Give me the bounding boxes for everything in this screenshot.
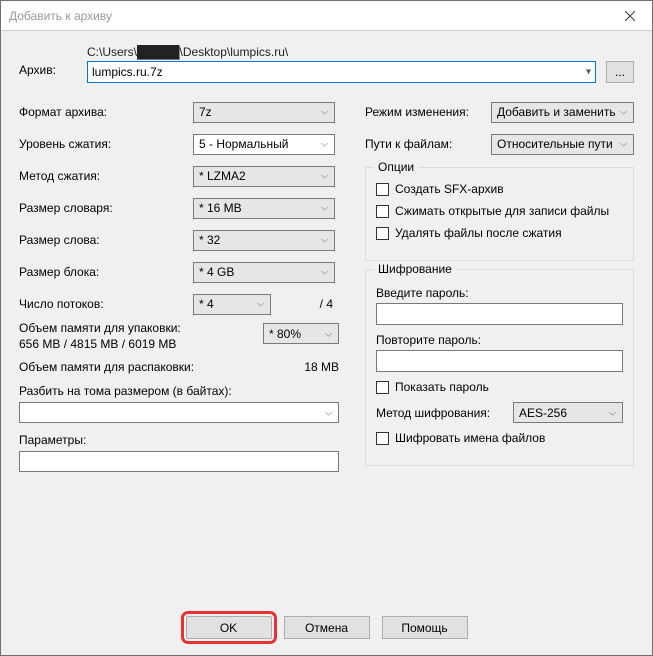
checkbox-icon bbox=[376, 183, 389, 196]
archive-filename-combo[interactable]: lumpics.ru.7z ▾ bbox=[87, 61, 596, 83]
dialog-body: Архив: C:\Users\█████\Desktop\lumpics.ru… bbox=[1, 31, 652, 602]
checkbox-icon bbox=[376, 381, 389, 394]
browse-button[interactable]: ... bbox=[606, 61, 634, 83]
password-input[interactable] bbox=[376, 303, 623, 325]
level-label: Уровень сжатия: bbox=[19, 137, 193, 151]
close-button[interactable] bbox=[607, 1, 652, 31]
cancel-button[interactable]: Отмена bbox=[284, 616, 370, 639]
archive-path: C:\Users\█████\Desktop\lumpics.ru\ bbox=[87, 45, 596, 59]
pw2-label: Повторите пароль: bbox=[376, 333, 623, 347]
mempack-detail: 656 MB / 4815 MB / 6019 MB bbox=[19, 337, 249, 353]
block-combo[interactable]: * 4 GB ⌵ bbox=[193, 262, 335, 283]
encryption-group: Шифрование Введите пароль: Повторите пар… bbox=[365, 269, 634, 466]
titlebar: Добавить к архиву bbox=[1, 1, 652, 31]
dict-label: Размер словаря: bbox=[19, 201, 193, 215]
checkbox-icon bbox=[376, 227, 389, 240]
footer: OK Отмена Помощь bbox=[1, 602, 652, 655]
encrypt-names-row[interactable]: Шифровать имена файлов bbox=[376, 431, 623, 445]
chevron-down-icon: ⌵ bbox=[620, 107, 627, 118]
chevron-down-icon: ⌵ bbox=[609, 407, 616, 418]
params-input[interactable] bbox=[19, 451, 339, 472]
method-combo[interactable]: * LZMA2 ⌵ bbox=[193, 166, 335, 187]
right-column: Режим изменения: Добавить и заменить ⌵ П… bbox=[365, 97, 634, 466]
threads-combo[interactable]: * 4 ⌵ bbox=[193, 294, 271, 315]
paths-label: Пути к файлам: bbox=[365, 137, 491, 151]
left-column: Формат архива: 7z ⌵ Уровень сжатия: 5 - … bbox=[19, 97, 339, 482]
chevron-down-icon: ⌵ bbox=[325, 328, 332, 339]
help-button[interactable]: Помощь bbox=[382, 616, 468, 639]
block-label: Размер блока: bbox=[19, 265, 193, 279]
split-block: Разбить на тома размером (в байтах): ⌵ bbox=[19, 384, 339, 423]
format-combo[interactable]: 7z ⌵ bbox=[193, 102, 335, 123]
chevron-down-icon: ⌵ bbox=[321, 107, 328, 118]
archive-label: Архив: bbox=[19, 45, 77, 77]
delete-after-row[interactable]: Удалять файлы после сжатия bbox=[376, 226, 623, 240]
split-label: Разбить на тома размером (в байтах): bbox=[19, 384, 339, 398]
threads-max: / 4 bbox=[320, 297, 339, 311]
password-confirm-input[interactable] bbox=[376, 350, 623, 372]
level-combo[interactable]: 5 - Нормальный ⌵ bbox=[193, 134, 335, 155]
threads-label: Число потоков: bbox=[19, 297, 193, 311]
dialog-window: Добавить к архиву Архив: C:\Users\█████\… bbox=[0, 0, 653, 656]
sfx-row[interactable]: Создать SFX-архив bbox=[376, 182, 623, 196]
checkbox-icon bbox=[376, 205, 389, 218]
params-block: Параметры: bbox=[19, 433, 339, 472]
method-label: Метод сжатия: bbox=[19, 169, 193, 183]
chevron-down-icon: ⌵ bbox=[321, 139, 328, 150]
options-group: Опции Создать SFX-архив Сжимать открытые… bbox=[365, 167, 634, 261]
params-label: Параметры: bbox=[19, 433, 339, 447]
columns: Формат архива: 7z ⌵ Уровень сжатия: 5 - … bbox=[19, 97, 634, 482]
chevron-down-icon: ⌵ bbox=[321, 203, 328, 214]
ok-button[interactable]: OK bbox=[186, 616, 272, 639]
archive-row: Архив: C:\Users\█████\Desktop\lumpics.ru… bbox=[19, 45, 634, 83]
archive-right: C:\Users\█████\Desktop\lumpics.ru\ lumpi… bbox=[87, 45, 596, 83]
compress-open-row[interactable]: Сжимать открытые для записи файлы bbox=[376, 204, 623, 218]
split-combo[interactable]: ⌵ bbox=[19, 402, 339, 423]
window-title: Добавить к архиву bbox=[9, 9, 607, 23]
dict-combo[interactable]: * 16 MB ⌵ bbox=[193, 198, 335, 219]
enc-method-label: Метод шифрования: bbox=[376, 406, 507, 420]
memunpack-value: 18 MB bbox=[304, 360, 339, 374]
checkbox-icon bbox=[376, 432, 389, 445]
mempack-combo[interactable]: * 80% ⌵ bbox=[263, 323, 339, 344]
archive-filename: lumpics.ru.7z bbox=[92, 65, 163, 79]
chevron-down-icon: ⌵ bbox=[321, 171, 328, 182]
update-label: Режим изменения: bbox=[365, 105, 491, 119]
chevron-down-icon: ⌵ bbox=[257, 299, 264, 310]
close-icon bbox=[625, 11, 635, 21]
chevron-down-icon: ⌵ bbox=[620, 139, 627, 150]
chevron-down-icon: ⌵ bbox=[325, 407, 332, 418]
word-label: Размер слова: bbox=[19, 233, 193, 247]
chevron-down-icon: ⌵ bbox=[321, 267, 328, 278]
mempack-label: Объем памяти для упаковки: bbox=[19, 321, 249, 337]
memunpack-label: Объем памяти для распаковки: bbox=[19, 360, 194, 374]
format-label: Формат архива: bbox=[19, 105, 193, 119]
word-combo[interactable]: * 32 ⌵ bbox=[193, 230, 335, 251]
chevron-down-icon: ▾ bbox=[586, 67, 591, 78]
mem-pack-row: Объем памяти для упаковки: 656 MB / 4815… bbox=[19, 321, 339, 352]
chevron-down-icon: ⌵ bbox=[321, 235, 328, 246]
update-combo[interactable]: Добавить и заменить ⌵ bbox=[491, 102, 634, 123]
paths-combo[interactable]: Относительные пути ⌵ bbox=[491, 134, 634, 155]
pw1-label: Введите пароль: bbox=[376, 286, 623, 300]
show-password-row[interactable]: Показать пароль bbox=[376, 380, 623, 394]
enc-method-combo[interactable]: AES-256 ⌵ bbox=[513, 402, 623, 423]
options-title: Опции bbox=[374, 160, 418, 174]
mem-unpack-row: Объем памяти для распаковки: 18 MB bbox=[19, 360, 339, 374]
encryption-title: Шифрование bbox=[374, 262, 456, 276]
